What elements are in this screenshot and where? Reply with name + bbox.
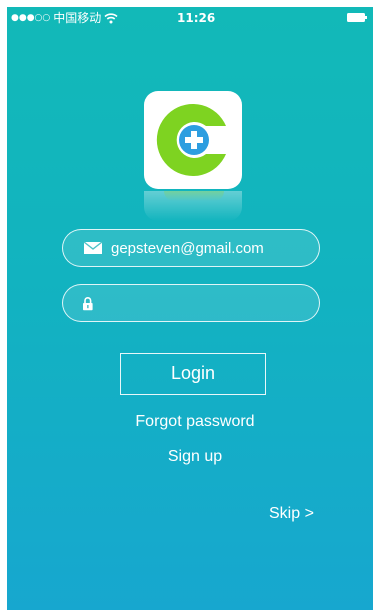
signal-strength-icon: ●●●○○ (11, 13, 51, 23)
battery-icon (347, 13, 367, 22)
app-logo (144, 91, 242, 189)
app-logo-icon (156, 104, 226, 176)
email-input[interactable] (111, 239, 319, 257)
skip-link[interactable]: Skip > (269, 505, 339, 523)
password-input[interactable] (105, 294, 315, 312)
sign-up-link[interactable]: Sign up (120, 448, 270, 466)
status-time: 11:26 (177, 11, 216, 25)
password-field[interactable] (62, 284, 320, 322)
login-button[interactable]: Login (120, 353, 266, 395)
forgot-password-link[interactable]: Forgot password (90, 413, 300, 431)
logo-reflection (144, 191, 242, 221)
login-screen: ●●●○○ 中国移动 11:26 gepsteven@gmail.com Log… (7, 7, 373, 610)
email-field[interactable] (62, 229, 320, 267)
wifi-icon (104, 13, 118, 24)
envelope-icon (83, 241, 103, 254)
status-left: ●●●○○ 中国移动 (11, 7, 118, 29)
carrier-name: 中国移动 (53, 11, 102, 25)
status-bar: ●●●○○ 中国移动 11:26 (7, 7, 373, 29)
lock-icon (83, 297, 93, 311)
